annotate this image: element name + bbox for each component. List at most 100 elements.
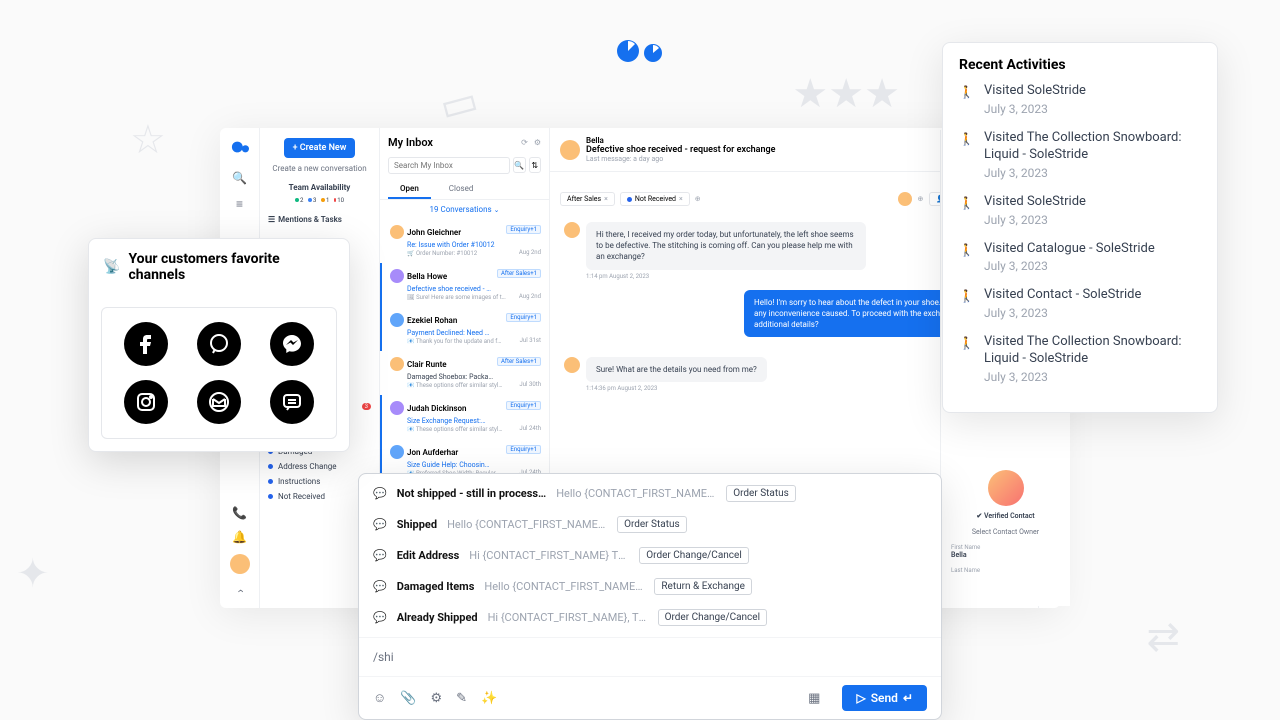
refresh-icon[interactable]: ⟳ [521,138,528,147]
collapse-icon[interactable]: › [232,589,246,593]
instagram-icon[interactable] [124,380,168,424]
mentions-tasks[interactable]: ☰ Mentions & Tasks [268,215,371,224]
magic-icon[interactable]: ✨ [481,691,497,706]
message-time: 1:14:36 pm August 2, 2023 [586,385,767,392]
walk-icon: 🚶 [959,336,974,384]
doodle-stars: ★★★ [792,70,900,117]
availability-dot: 10 [334,197,344,203]
select-owner[interactable]: Select Contact Owner [951,528,1060,536]
contact-name: Bella [586,136,776,145]
activities-title: Recent Activities [959,57,1201,73]
tab-closed[interactable]: Closed [437,180,486,199]
conversation-item[interactable]: John GleichnerEnquiry+1Re: Issue with Or… [380,219,549,263]
channels-title: Your customers favorite channels [128,251,335,283]
canned-response-item[interactable]: 💬Edit AddressHi {CONTACT_FIRST_NAME} Tha… [359,540,941,571]
contact-avatar[interactable] [560,140,580,160]
conversation-item[interactable]: Ezekiel RohanEnquiry+1Payment Declined: … [380,307,549,351]
tag-chip[interactable]: Not Received× [620,192,690,206]
activity-item: 🚶Visited SoleStrideJuly 3, 2023 [959,194,1201,227]
chat-icon: 💬 [373,487,387,500]
chat-icon: 💬 [373,611,387,624]
recent-activities-panel: Recent Activities 🚶Visited SoleStrideJul… [942,42,1218,413]
conversation-item[interactable]: Bella HoweAfter Sales+1Defective shoe re… [380,263,549,307]
brand-logo [615,38,665,68]
canned-response-item[interactable]: 💬ShippedHello {CONTACT_FIRST_NAME} Th…Or… [359,509,941,540]
availability-dot: 3 [308,197,318,203]
composer-input[interactable]: /shi [359,637,941,676]
activity-item: 🚶Visited Contact - SoleStrideJuly 3, 202… [959,287,1201,320]
sidebar-tag-item[interactable]: Not Received [268,489,371,504]
chat-icon: 💬 [373,580,387,593]
ai-icon[interactable]: ⚙ [430,691,442,706]
sidebar-tag-item[interactable]: Instructions [268,474,371,489]
create-new-button[interactable]: + Create New [284,138,356,158]
doodle-star: ✦ [16,550,50,597]
email-icon[interactable] [197,380,241,424]
walk-icon: 🚶 [959,289,974,320]
assignee-avatar[interactable] [898,192,912,206]
facebook-icon[interactable] [124,322,168,366]
walk-icon: 🚶 [959,243,974,274]
composer-popup: 💬Not shipped - still in process…Hello {C… [358,473,942,720]
search-icon[interactable]: 🔍 [232,171,247,185]
doodle-doc: ▭ [435,76,484,131]
assignee-add-icon[interactable]: ⊕ [918,195,924,203]
activity-item: 🚶Visited SoleStrideJuly 3, 2023 [959,83,1201,116]
channels-popup: 📡 Your customers favorite channels [88,238,350,452]
add-tag-icon[interactable]: ⊕ [695,195,701,203]
search-submit-icon[interactable]: 🔍 [513,157,526,173]
canned-response-item[interactable]: 💬Damaged ItemsHello {CONTACT_FIRST_NAME}… [359,571,941,602]
tab-open[interactable]: Open [388,180,431,199]
sender-avatar [564,357,580,373]
walk-icon: 🚶 [959,85,974,116]
sign-icon[interactable]: ✎ [456,691,467,706]
bell-icon[interactable]: 🔔 [232,530,247,544]
doodle-arrows: ⇄ [1146,613,1180,660]
app-logo-icon[interactable] [231,138,249,159]
verified-badge: ✔ Verified Contact [951,512,1060,520]
message-inbound: Hi there, I received my order today, but… [586,222,866,270]
team-availability-label: Team Availability [268,183,371,192]
activity-item: 🚶Visited The Collection Snowboard: Liqui… [959,130,1201,180]
activity-item: 🚶Visited The Collection Snowboard: Liqui… [959,334,1201,384]
emoji-icon[interactable]: ☺ [373,690,386,706]
canned-response-item[interactable]: 💬Already ShippedHi {CONTACT_FIRST_NAME},… [359,602,941,633]
sms-icon[interactable] [270,380,314,424]
availability-dot: 1 [321,197,331,203]
availability-dots: 23110 [268,197,371,203]
conversation-count: 19 Conversations ⌄ [380,200,549,219]
conversation-subject: Defective shoe received - request for ex… [586,145,776,155]
message-inbound: Sure! What are the details you need from… [586,357,767,382]
broadcast-icon: 📡 [103,259,120,275]
inbox-title: My Inbox [388,136,433,149]
conversation-item[interactable]: Judah DickinsonEnquiry+1Size Exchange Re… [380,395,549,439]
phone-icon[interactable]: 📞 [232,506,247,520]
messenger-icon[interactable] [270,322,314,366]
first-name-value: Bella [951,551,1060,559]
inbox-search-input[interactable] [388,157,510,174]
conversation-item[interactable]: Clair RunteAfter Sales+1Damaged Shoebox:… [380,351,549,395]
settings-icon[interactable]: ⚙ [534,138,541,147]
schedule-icon[interactable]: ▦ [808,691,820,706]
chat-icon: 💬 [373,549,387,562]
message-time: 1:14 pm August 2, 2023 [586,273,866,280]
first-name-label: First Name [951,544,1060,551]
send-button[interactable]: ▷ Send ↵ [842,685,927,711]
walk-icon: 🚶 [959,196,974,227]
canned-response-item[interactable]: 💬Not shipped - still in process…Hello {C… [359,478,941,509]
walk-icon: 🚶 [959,132,974,180]
sidebar-tag-item[interactable]: Address Change [268,459,371,474]
user-avatar[interactable] [230,554,250,574]
filter-sort-icon[interactable]: ⇅ [529,157,542,173]
doodle-star: ☆ [130,116,166,163]
contact-detail-avatar [988,470,1024,506]
activity-item: 🚶Visited Catalogue - SoleStrideJuly 3, 2… [959,241,1201,274]
last-message-time: Last message: a day ago [586,155,776,163]
create-subtitle: Create a new conversation [268,164,371,173]
chat-icon: 💬 [373,518,387,531]
attach-icon[interactable]: 📎 [400,691,416,706]
tag-chip[interactable]: After Sales× [560,192,615,206]
availability-dot: 2 [295,197,305,203]
filter-icon[interactable]: ≡ [236,197,243,211]
whatsapp-icon[interactable] [197,322,241,366]
